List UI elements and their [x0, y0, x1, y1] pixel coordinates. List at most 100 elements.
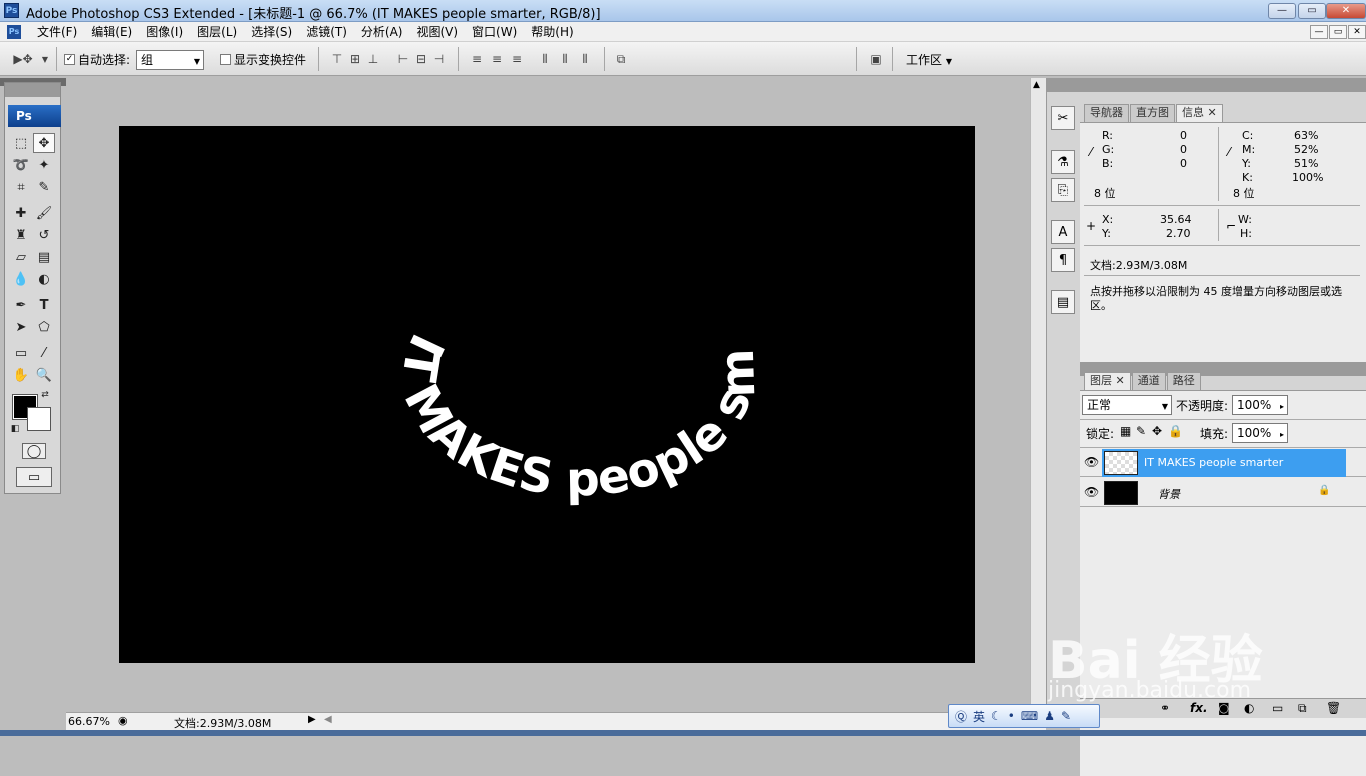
doc-close-button[interactable]: ✕	[1348, 25, 1366, 39]
brushes-icon[interactable]: ⚗	[1051, 150, 1075, 174]
eye-icon[interactable]: 👁	[1084, 485, 1099, 499]
shape-tool-icon[interactable]: ⬠	[33, 317, 55, 337]
blend-mode-dropdown[interactable]: 正常 ▼	[1082, 395, 1172, 415]
eraser-tool-icon[interactable]: ▱	[10, 247, 32, 267]
document-canvas[interactable]: IT MAKES people smarter	[103, 83, 975, 663]
fill-input[interactable]: 100% ▸	[1232, 423, 1288, 443]
align-top-icon[interactable]: ⊤	[328, 50, 346, 68]
ime-language[interactable]: 英	[973, 708, 985, 725]
eye-icon[interactable]: 👁	[1084, 455, 1099, 469]
menu-window[interactable]: 窗口(W)	[465, 24, 524, 40]
brush-tool-icon[interactable]: 🖌	[33, 203, 55, 223]
path-select-icon[interactable]: ➤	[10, 317, 32, 337]
auto-select-dropdown[interactable]: 组 ▼	[136, 50, 204, 70]
moon-icon[interactable]: ☾	[991, 709, 1002, 723]
zoom-level[interactable]: 66.67%	[68, 715, 110, 728]
slice-tool-icon[interactable]: ✎	[33, 177, 55, 197]
paragraph-icon[interactable]: ¶	[1051, 248, 1075, 272]
tab-layers[interactable]: 图层 ✕	[1084, 372, 1131, 390]
user-icon[interactable]: ♟	[1044, 709, 1055, 723]
distribute-right-icon[interactable]: ⦀	[576, 50, 594, 68]
quick-mask-icon[interactable]: ◯	[22, 443, 46, 459]
distribute-bottom-icon[interactable]: ≡	[508, 50, 526, 68]
bridge-icon[interactable]: ▣	[864, 50, 888, 68]
menu-view[interactable]: 视图(V)	[409, 24, 465, 40]
magic-wand-icon[interactable]: ✦	[33, 155, 55, 175]
auto-select-checkbox[interactable]: ✓	[64, 54, 75, 65]
align-bottom-icon[interactable]: ⊥	[364, 50, 382, 68]
lock-position-icon[interactable]: ✥	[1152, 424, 1162, 438]
eyedropper-icon[interactable]: ⁄	[33, 343, 55, 363]
align-vcenter-icon[interactable]: ⊞	[346, 50, 364, 68]
swap-colors-icon[interactable]: ⇄	[39, 389, 51, 401]
distribute-hcenter-icon[interactable]: ⦀	[556, 50, 574, 68]
clone-source-icon[interactable]: ⎘	[1051, 178, 1075, 202]
screen-mode-icon[interactable]: ▭	[16, 467, 52, 487]
history-brush-icon[interactable]: ↺	[33, 225, 55, 245]
chevron-right-icon[interactable]: ▶	[308, 714, 316, 725]
punctuation-icon[interactable]: •	[1008, 709, 1015, 723]
dodge-tool-icon[interactable]: ◐	[33, 269, 55, 289]
zoom-tool-icon[interactable]: 🔍	[33, 365, 55, 385]
lock-paint-icon[interactable]: ✎	[1136, 424, 1146, 438]
align-left-icon[interactable]: ⊢	[394, 50, 412, 68]
marquee-tool-icon[interactable]: ⬚	[10, 133, 32, 153]
doc-minimize-button[interactable]: —	[1310, 25, 1328, 39]
menu-image[interactable]: 图像(I)	[139, 24, 190, 40]
doc-restore-button[interactable]: ▭	[1329, 25, 1347, 39]
tool-presets-icon[interactable]: ✂	[1051, 106, 1075, 130]
menu-layer[interactable]: 图层(L)	[190, 24, 244, 40]
tab-info[interactable]: 信息 ✕	[1176, 104, 1223, 122]
ime-toolbar[interactable]: Ⓠ 英 ☾ • ⌨ ♟ ✎	[948, 704, 1100, 728]
menu-help[interactable]: 帮助(H)	[524, 24, 580, 40]
adjustment-layer-icon[interactable]: ◐	[1244, 701, 1254, 715]
background-color-swatch[interactable]	[27, 407, 51, 431]
status-menu-icon[interactable]: ◉	[118, 714, 128, 727]
lock-transparent-icon[interactable]: ▦	[1120, 424, 1131, 438]
layer-row[interactable]: 👁 背景 🔒	[1080, 479, 1366, 507]
keyboard-icon[interactable]: ⌨	[1021, 709, 1038, 723]
blur-tool-icon[interactable]: 💧	[10, 269, 32, 289]
close-button[interactable]: ✕	[1326, 3, 1366, 19]
gradient-tool-icon[interactable]: ▤	[33, 247, 55, 267]
add-mask-icon[interactable]: ◙	[1218, 701, 1230, 715]
hand-tool-icon[interactable]: ✋	[10, 365, 32, 385]
default-colors-icon[interactable]: ◧	[9, 423, 21, 435]
minimize-button[interactable]: —	[1268, 3, 1296, 19]
fx-icon[interactable]: fx.	[1190, 701, 1208, 715]
distribute-left-icon[interactable]: ⦀	[536, 50, 554, 68]
menu-edit[interactable]: 编辑(E)	[84, 24, 139, 40]
document-icon[interactable]: Ps	[7, 25, 21, 39]
workspace-button[interactable]: 工作区 ▼	[906, 51, 952, 68]
ime-logo-icon[interactable]: Ⓠ	[955, 708, 967, 725]
menu-file[interactable]: 文件(F)	[30, 24, 84, 40]
notes-tool-icon[interactable]: ▭	[10, 343, 32, 363]
chevron-left-icon[interactable]: ◀	[324, 714, 332, 725]
tab-paths[interactable]: 路径	[1166, 372, 1201, 390]
tab-histogram[interactable]: 直方图	[1130, 104, 1175, 122]
lasso-tool-icon[interactable]: ➰	[10, 155, 32, 175]
align-right-icon[interactable]: ⊣	[430, 50, 448, 68]
maximize-button[interactable]: ▭	[1298, 3, 1326, 19]
distribute-vcenter-icon[interactable]: ≡	[488, 50, 506, 68]
show-transform-checkbox[interactable]	[220, 54, 231, 65]
move-tool-icon[interactable]: ✥	[33, 133, 55, 153]
menu-filter[interactable]: 滤镜(T)	[299, 24, 354, 40]
menu-analysis[interactable]: 分析(A)	[354, 24, 410, 40]
layer-comps-icon[interactable]: ▤	[1051, 290, 1075, 314]
new-group-icon[interactable]: ▭	[1272, 701, 1283, 715]
opacity-input[interactable]: 100% ▸	[1232, 395, 1288, 415]
layer-row[interactable]: 👁 IT MAKES people smarter	[1080, 449, 1366, 477]
auto-align-icon[interactable]: ⧉	[612, 50, 630, 68]
menu-select[interactable]: 选择(S)	[244, 24, 299, 40]
align-hcenter-icon[interactable]: ⊟	[412, 50, 430, 68]
character-icon[interactable]: A	[1051, 220, 1075, 244]
healing-brush-icon[interactable]: ✚	[10, 203, 32, 223]
tab-navigator[interactable]: 导航器	[1084, 104, 1129, 122]
delete-layer-icon[interactable]: 🗑	[1326, 701, 1341, 715]
chevron-down-icon[interactable]: ▼	[36, 50, 54, 68]
clone-stamp-icon[interactable]: ♜	[10, 225, 32, 245]
vertical-scrollbar[interactable]: ▲	[1030, 78, 1046, 712]
distribute-top-icon[interactable]: ≡	[468, 50, 486, 68]
crop-tool-icon[interactable]: ⌗	[10, 177, 32, 197]
